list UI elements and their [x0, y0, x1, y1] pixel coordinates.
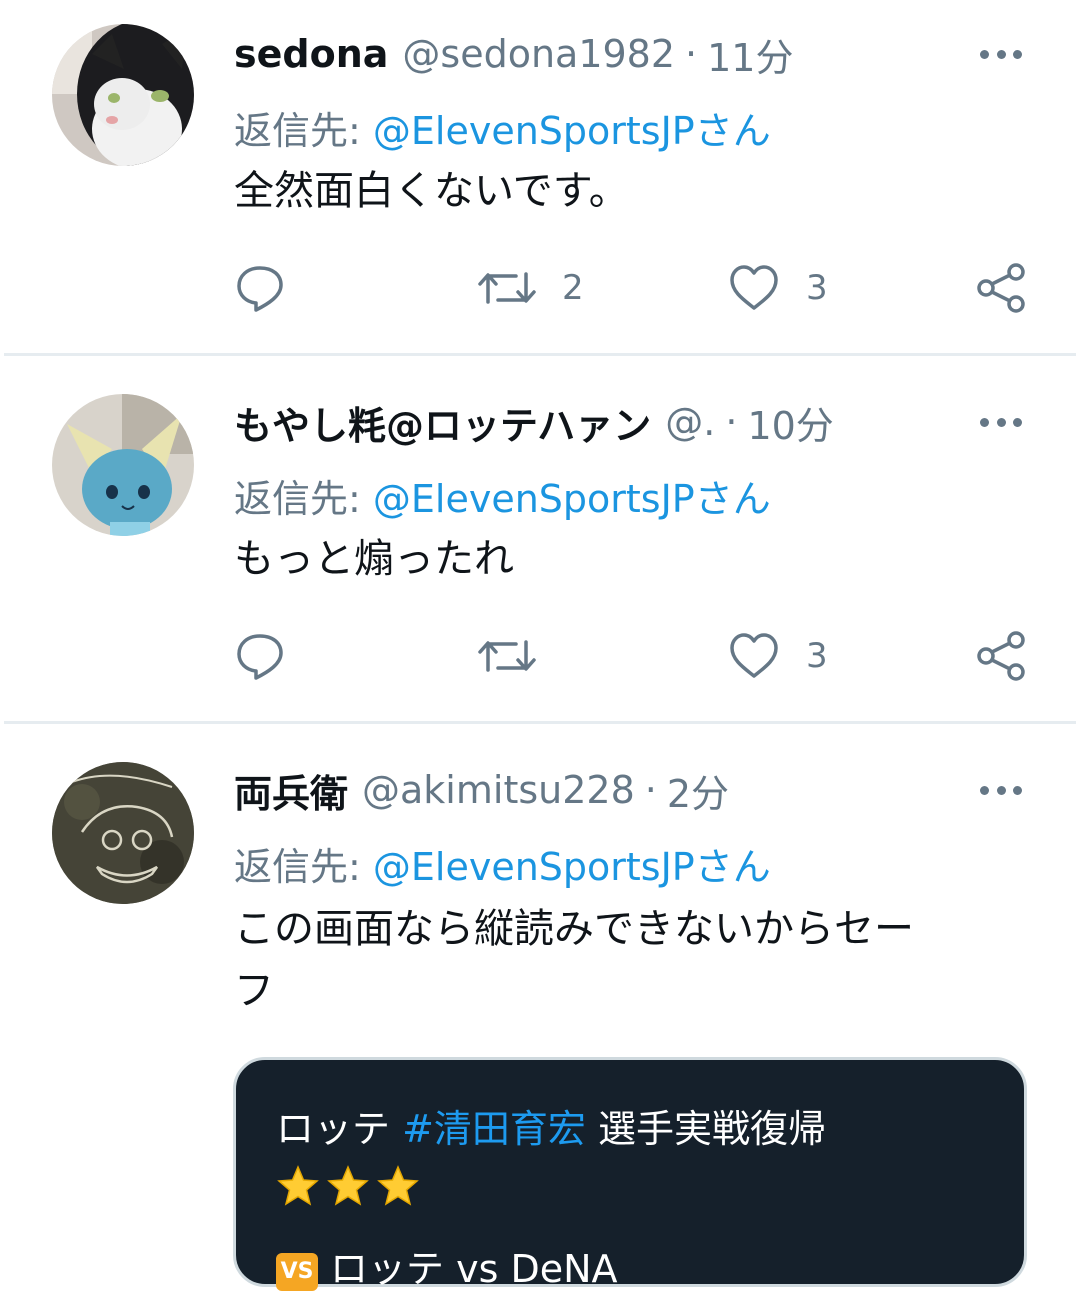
like-button[interactable]: 3: [728, 630, 828, 682]
display-name[interactable]: もやし粍@ロッテハァン: [234, 395, 651, 450]
share-button[interactable]: [974, 262, 1028, 314]
retweet-icon: [478, 272, 536, 304]
retweet-button[interactable]: [478, 630, 562, 682]
separator-dot: ·: [725, 400, 738, 444]
reply-button[interactable]: [234, 262, 286, 314]
star-rating: [276, 1164, 420, 1208]
plush-avatar-image: [52, 394, 194, 536]
more-options-icon[interactable]: [970, 402, 1032, 442]
tweet-text: この画面なら縦読みできないからセー フ: [234, 898, 914, 1022]
display-name[interactable]: sedona: [234, 32, 388, 76]
reply-button[interactable]: [234, 630, 286, 682]
sketch-avatar-image: [52, 762, 194, 904]
matchup-text: ロッテ vs DeNA: [330, 1247, 618, 1291]
reply-to-label: 返信先:: [234, 109, 373, 153]
tweet-text: もっと煽ったれ: [234, 536, 514, 582]
card-text: 選手実戦復帰: [585, 1107, 827, 1151]
display-name[interactable]: 両兵衛: [234, 763, 348, 818]
share-button[interactable]: [974, 630, 1028, 682]
timestamp[interactable]: 2分: [667, 763, 729, 818]
reply-to-label: 返信先:: [234, 477, 373, 521]
user-handle[interactable]: @akimitsu228: [362, 768, 635, 812]
reply-icon: [237, 634, 283, 680]
hashtag-link[interactable]: #清田育宏: [402, 1107, 586, 1151]
card-text: ロッテ: [276, 1107, 403, 1151]
avatar[interactable]: [52, 394, 194, 536]
user-handle[interactable]: @.: [665, 400, 715, 444]
timestamp[interactable]: 10分: [747, 395, 833, 450]
avatar[interactable]: [52, 24, 194, 166]
like-count: 3: [806, 636, 828, 676]
action-bar: 2 3: [0, 258, 1080, 318]
tweet-1[interactable]: sedona @sedona1982 · 11分 返信先: @ElevenSpo…: [0, 0, 1080, 356]
reply-mention-link[interactable]: @ElevenSportsJPさん: [373, 109, 771, 153]
like-count: 3: [806, 268, 828, 308]
tweet-text: 全然面白くないです。: [234, 168, 629, 214]
cat-avatar-image: [52, 24, 194, 166]
star-icon: [327, 1165, 369, 1206]
reply-mention-link[interactable]: @ElevenSportsJPさん: [373, 477, 771, 521]
tweet-text-line: フ: [234, 968, 274, 1014]
retweet-button[interactable]: 2: [478, 262, 584, 314]
reply-to-line: 返信先: @ElevenSportsJPさん: [234, 468, 771, 523]
heart-icon: [730, 265, 778, 310]
reply-to-line: 返信先: @ElevenSportsJPさん: [234, 100, 771, 155]
reply-mention-link[interactable]: @ElevenSportsJPさん: [373, 845, 771, 889]
share-icon: [977, 263, 1025, 313]
separator-dot: ·: [685, 32, 698, 76]
tweet-2[interactable]: もやし粍@ロッテハァン @. · 10分 返信先: @ElevenSportsJ…: [0, 356, 1080, 724]
quoted-tweet-card[interactable]: ロッテ #清田育宏 選手実戦復帰 VS ロッテ vs DeNA: [233, 1057, 1027, 1291]
reply-to-line: 返信先: @ElevenSportsJPさん: [234, 836, 771, 891]
vs-badge-icon: VS: [276, 1252, 318, 1291]
heart-icon: [730, 633, 778, 678]
avatar[interactable]: [52, 762, 194, 904]
star-icon: [377, 1165, 419, 1206]
more-options-icon[interactable]: [970, 770, 1032, 810]
like-button[interactable]: 3: [728, 262, 828, 314]
retweet-count: 2: [562, 268, 584, 308]
action-bar: 3: [0, 626, 1080, 686]
card-title-line: ロッテ #清田育宏 選手実戦復帰: [276, 1098, 826, 1153]
separator-dot: ·: [644, 768, 657, 812]
user-handle[interactable]: @sedona1982: [402, 32, 675, 76]
timestamp[interactable]: 11分: [707, 27, 793, 82]
retweet-icon: [478, 640, 536, 672]
reply-to-label: 返信先:: [234, 845, 373, 889]
star-icon: [277, 1165, 319, 1206]
share-icon: [977, 631, 1025, 681]
tweet-text-line: この画面なら縦読みできないからセー: [234, 906, 914, 952]
reply-icon: [237, 266, 283, 312]
more-options-icon[interactable]: [970, 34, 1032, 74]
